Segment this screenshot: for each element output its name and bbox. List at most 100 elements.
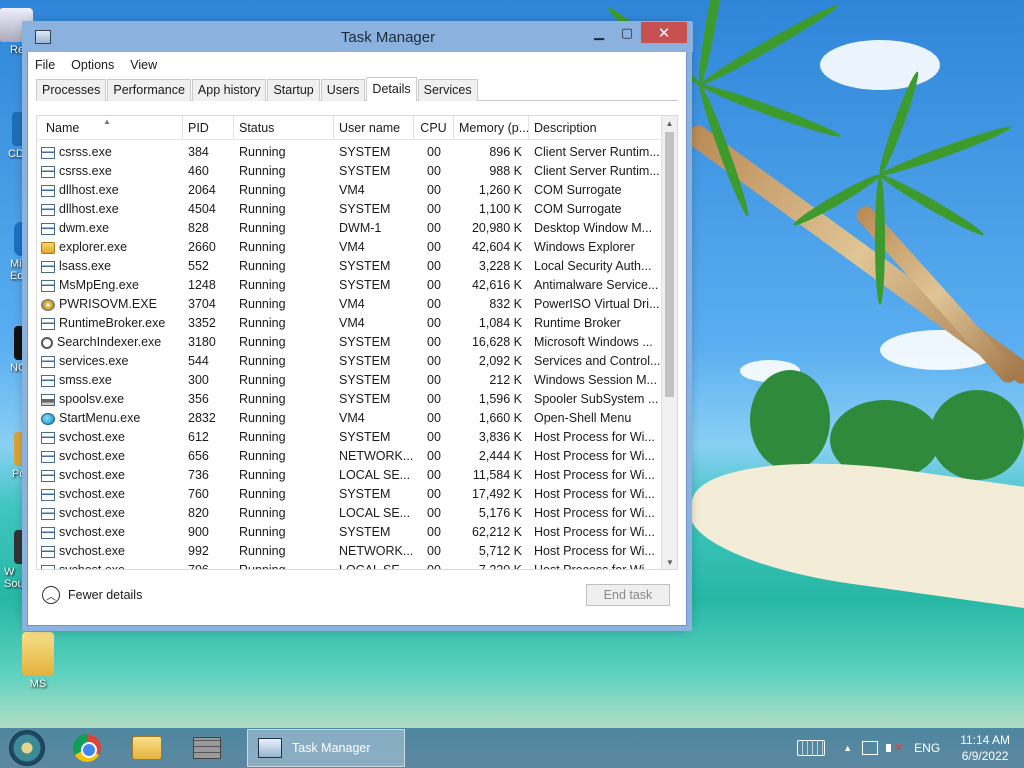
table-row[interactable]: dllhost.exe 4504 Running SYSTEM 00 1,100 K COM… xyxy=(37,200,663,219)
cell-description: Windows Explorer xyxy=(534,240,635,254)
scroll-down-icon[interactable]: ▼ xyxy=(662,555,677,569)
cell-status: Running xyxy=(239,525,286,539)
cell-cpu: 00 xyxy=(427,449,441,463)
cell-user-name: SYSTEM xyxy=(339,335,391,349)
cell-description: Host Process for Wi... xyxy=(534,544,655,558)
table-row[interactable]: spoolsv.exe 356 Running SYSTEM 00 1,596 K Spoo… xyxy=(37,390,663,409)
menu-options[interactable]: Options xyxy=(71,58,114,72)
table-row[interactable]: svchost.exe 992 Running NETWORK... 00 5,712 K… xyxy=(37,542,663,561)
tab-services[interactable]: Services xyxy=(417,79,478,101)
show-hidden-icons-icon[interactable]: ▲ xyxy=(843,743,852,753)
minimize-button[interactable]: ▁ xyxy=(585,22,613,43)
table-row[interactable]: SearchIndexer.exe 3180 Running SYSTEM 00 16,6… xyxy=(37,333,663,352)
table-row[interactable]: RuntimeBroker.exe 3352 Running VM4 00 1,084 K… xyxy=(37,314,663,333)
cell-status: Running xyxy=(239,430,286,444)
table-row[interactable]: MsMpEng.exe 1248 Running SYSTEM 00 42,616 K An… xyxy=(37,276,663,295)
table-row[interactable]: smss.exe 300 Running SYSTEM 00 212 K Windows S… xyxy=(37,371,663,390)
menu-view[interactable]: View xyxy=(130,58,157,72)
end-task-button[interactable]: End task xyxy=(586,584,670,606)
folder-icon xyxy=(41,241,55,254)
table-row[interactable]: csrss.exe 384 Running SYSTEM 00 896 K Client S… xyxy=(37,143,663,162)
cell-status: Running xyxy=(239,468,286,482)
tab-processes[interactable]: Processes xyxy=(36,79,107,101)
clock[interactable]: 11:14 AM 6/9/2022 xyxy=(960,732,1010,764)
start-button[interactable] xyxy=(9,730,45,766)
cell-memory: 1,100 K xyxy=(478,202,522,216)
title-bar[interactable]: Task Manager ▁ ▢ ✕ xyxy=(23,22,693,52)
cell-name: svchost.exe xyxy=(37,466,183,485)
task-manager-window[interactable]: Task Manager ▁ ▢ ✕ File Options View Pro… xyxy=(23,22,693,626)
volume-muted-icon[interactable] xyxy=(886,740,902,755)
language-indicator[interactable]: ENG xyxy=(914,741,940,755)
cell-cpu: 00 xyxy=(427,335,441,349)
touch-keyboard-icon[interactable] xyxy=(797,740,826,756)
cell-cpu: 00 xyxy=(427,278,441,292)
column-header-cpu[interactable]: CPU xyxy=(414,116,454,140)
table-row[interactable]: svchost.exe 796 Running LOCAL SE... 00 7,220 … xyxy=(37,561,663,570)
vertical-scrollbar[interactable]: ▲ ▼ xyxy=(661,116,677,569)
table-row[interactable]: StartMenu.exe 2832 Running VM4 00 1,660 K Open… xyxy=(37,409,663,428)
cell-user-name: VM4 xyxy=(339,183,365,197)
cell-cpu: 00 xyxy=(427,563,441,570)
cell-user-name: VM4 xyxy=(339,297,365,311)
cell-user-name: SYSTEM xyxy=(339,373,391,387)
network-icon[interactable] xyxy=(862,741,879,755)
table-row[interactable]: lsass.exe 552 Running SYSTEM 00 3,228 K Local … xyxy=(37,257,663,276)
table-row[interactable]: PWRISOVM.EXE 3704 Running VM4 00 832 K PowerIS… xyxy=(37,295,663,314)
table-row[interactable]: csrss.exe 460 Running SYSTEM 00 988 K Client S… xyxy=(37,162,663,181)
cell-status: Running xyxy=(239,164,286,178)
close-button[interactable]: ✕ xyxy=(641,22,687,43)
table-row[interactable]: dwm.exe 828 Running DWM-1 00 20,980 K Desktop … xyxy=(37,219,663,238)
cell-name: PWRISOVM.EXE xyxy=(37,295,183,314)
menu-file[interactable]: File xyxy=(35,58,55,72)
scroll-up-icon[interactable]: ▲ xyxy=(662,116,677,132)
column-header-name[interactable]: ▲ Name xyxy=(37,116,183,140)
tab-performance[interactable]: Performance xyxy=(107,79,191,101)
scrollbar-thumb[interactable] xyxy=(665,132,674,397)
tab-app-history[interactable]: App history xyxy=(191,79,267,101)
table-row[interactable]: svchost.exe 736 Running LOCAL SE... 00 11,584… xyxy=(37,466,663,485)
table-row[interactable]: svchost.exe 760 Running SYSTEM 00 17,492 K Hos… xyxy=(37,485,663,504)
cell-description: Host Process for Wi... xyxy=(534,487,655,501)
table-row[interactable]: explorer.exe 2660 Running VM4 00 42,604 K Wind… xyxy=(37,238,663,257)
taskbar-firewall[interactable] xyxy=(187,730,227,766)
cell-name: svchost.exe xyxy=(37,523,183,542)
table-row[interactable]: dllhost.exe 2064 Running VM4 00 1,260 K COM Su… xyxy=(37,181,663,200)
cell-description: Host Process for Wi... xyxy=(534,468,655,482)
cell-cpu: 00 xyxy=(427,506,441,520)
fewer-details-button[interactable]: ︿ Fewer details xyxy=(42,586,142,604)
table-row[interactable]: svchost.exe 612 Running SYSTEM 00 3,836 K Host… xyxy=(37,428,663,447)
table-row[interactable]: services.exe 544 Running SYSTEM 00 2,092 K Ser… xyxy=(37,352,663,371)
window-icon xyxy=(41,526,55,539)
sound-icon xyxy=(14,530,28,564)
tab-details[interactable]: Details xyxy=(366,77,417,101)
cell-status: Running xyxy=(239,373,286,387)
column-header-status[interactable]: Status xyxy=(234,116,334,140)
tab-startup[interactable]: Startup xyxy=(267,79,320,101)
table-row[interactable]: svchost.exe 900 Running SYSTEM 00 62,212 K Hos… xyxy=(37,523,663,542)
details-table[interactable]: ▲ Name PID Status User name CPU Memory (… xyxy=(36,115,678,570)
cell-status: Running xyxy=(239,316,286,330)
column-header-description[interactable]: Description xyxy=(529,116,663,140)
tab-users[interactable]: Users xyxy=(320,79,366,101)
desktop-icon-ms[interactable]: MS xyxy=(8,632,68,690)
column-header-memory[interactable]: Memory (p... xyxy=(454,116,529,140)
window-icon xyxy=(41,184,55,197)
cell-name: csrss.exe xyxy=(37,162,183,181)
taskbar-file-explorer[interactable] xyxy=(127,730,167,766)
cell-pid: 760 xyxy=(188,487,209,501)
cell-description: Host Process for Wi... xyxy=(534,430,655,444)
column-header-user-name[interactable]: User name xyxy=(334,116,414,140)
footer: ︿ Fewer details End task xyxy=(28,575,686,615)
window-icon xyxy=(41,450,55,463)
table-row[interactable]: svchost.exe 656 Running NETWORK... 00 2,444 K… xyxy=(37,447,663,466)
task-manager-icon xyxy=(35,30,51,44)
cell-memory: 3,228 K xyxy=(478,259,522,273)
cell-description: Client Server Runtim... xyxy=(534,164,660,178)
window-icon xyxy=(41,317,55,330)
taskbar-task-manager[interactable]: Task Manager xyxy=(247,729,405,767)
taskbar-chrome[interactable] xyxy=(67,730,107,766)
table-row[interactable]: svchost.exe 820 Running LOCAL SE... 00 5,176 … xyxy=(37,504,663,523)
column-header-pid[interactable]: PID xyxy=(183,116,234,140)
maximize-button[interactable]: ▢ xyxy=(613,22,641,43)
